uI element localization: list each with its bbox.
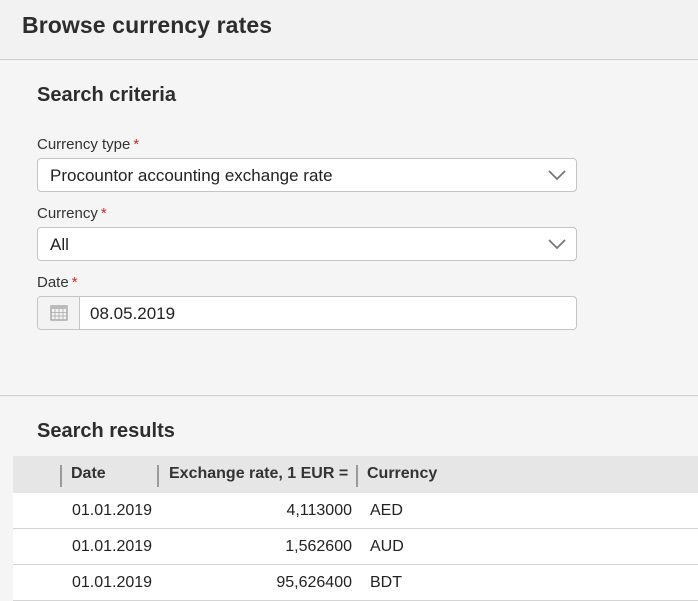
required-marker: * <box>133 136 140 153</box>
cell-rate: 4,113000 <box>286 502 352 519</box>
required-marker: * <box>100 205 107 222</box>
column-header-currency[interactable]: Currency <box>367 465 437 483</box>
search-criteria-panel: Search criteria Currency type * Procounto… <box>0 61 698 396</box>
date-field[interactable]: 08.05.2019 <box>37 296 577 330</box>
calendar-button[interactable] <box>38 297 80 329</box>
column-resize-handle[interactable] <box>60 465 62 487</box>
cell-date: 01.01.2019 <box>72 538 153 555</box>
search-results-title: Search results <box>37 420 175 442</box>
currency-value: All <box>50 235 69 254</box>
table-row[interactable]: 01.01.2019 4,113000 AED <box>13 493 698 529</box>
table-row[interactable]: 01.01.2019 95,626400 BDT <box>13 565 698 601</box>
column-header-rate[interactable]: Exchange rate, 1 EUR = <box>169 465 348 483</box>
currency-type-label-text: Currency type <box>37 136 131 153</box>
currency-label-text: Currency <box>37 205 98 222</box>
cell-rate: 1,562600 <box>285 538 352 555</box>
table-row[interactable]: 01.01.2019 1,562600 AUD <box>13 529 698 565</box>
cell-currency: AUD <box>370 538 404 555</box>
cell-currency: AED <box>370 502 403 519</box>
cell-date: 01.01.2019 <box>72 574 153 591</box>
date-value: 08.05.2019 <box>90 304 176 323</box>
column-header-date[interactable]: Date <box>71 465 106 483</box>
currency-type-select[interactable]: Procountor accounting exchange rate <box>37 158 577 192</box>
chevron-down-icon[interactable] <box>547 236 567 252</box>
cell-rate: 95,626400 <box>276 574 352 591</box>
cell-currency: BDT <box>370 574 402 591</box>
cell-date: 01.01.2019 <box>72 502 153 519</box>
column-resize-handle[interactable] <box>157 465 159 487</box>
chevron-down-icon[interactable] <box>547 167 567 183</box>
currency-label: Currency * <box>37 205 107 222</box>
calendar-icon <box>50 305 68 321</box>
date-label: Date * <box>37 274 78 291</box>
currency-type-label: Currency type * <box>37 136 139 153</box>
required-marker: * <box>71 274 78 291</box>
page-title: Browse currency rates <box>22 12 273 38</box>
currency-type-value: Procountor accounting exchange rate <box>50 166 333 185</box>
page-header: Browse currency rates <box>0 0 698 60</box>
date-label-text: Date <box>37 274 69 291</box>
search-results-panel: Search results Date Exchange rate, 1 EUR… <box>0 397 698 601</box>
column-resize-handle[interactable] <box>356 465 358 487</box>
results-table: Date Exchange rate, 1 EUR = Currency 01.… <box>13 456 698 601</box>
search-criteria-title: Search criteria <box>37 84 176 106</box>
currency-select[interactable]: All <box>37 227 577 261</box>
table-header: Date Exchange rate, 1 EUR = Currency <box>13 456 698 493</box>
